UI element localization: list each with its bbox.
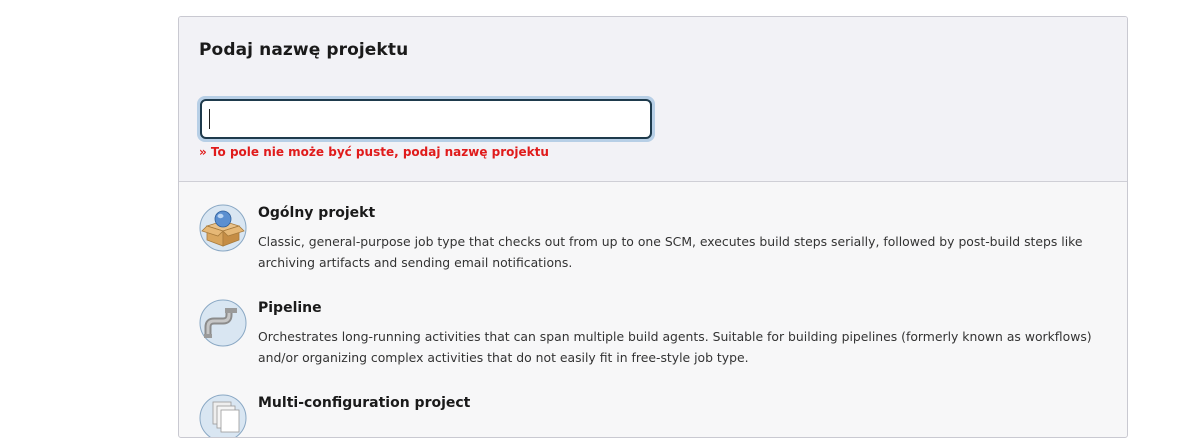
text-caret [209,109,210,129]
new-item-panel: Podaj nazwę projektu » To pole nie może … [178,16,1128,438]
project-name-input[interactable] [200,99,652,139]
project-name-section: Podaj nazwę projektu » To pole nie może … [179,17,1127,182]
freestyle-package-icon [199,204,247,252]
pipeline-pipe-icon [199,299,247,347]
project-name-heading: Podaj nazwę projektu [199,40,409,60]
job-type-title: Pipeline [258,300,322,316]
job-type-title: Multi-configuration project [258,395,471,411]
validation-error: » To pole nie może być puste, podaj nazw… [199,145,549,159]
job-type-title: Ogólny projekt [258,205,376,221]
job-type-description: Classic, general-purpose job type that c… [258,234,1083,270]
job-type-description: Orchestrates long-running activities tha… [258,329,1092,365]
job-type-pipeline[interactable]: Pipeline Orchestrates long-running activ… [199,299,1099,379]
job-type-multi-configuration[interactable]: Multi-configuration project [199,394,1099,437]
job-type-freestyle[interactable]: Ogólny projekt Classic, general-purpose … [199,204,1099,284]
multi-configuration-icon [199,394,247,437]
